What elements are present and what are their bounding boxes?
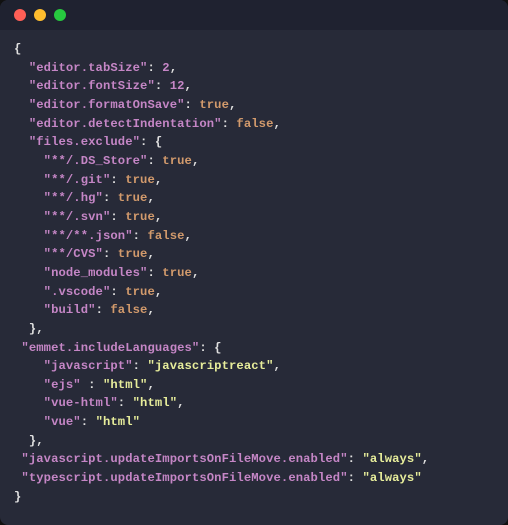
window-minimize-icon[interactable] bbox=[34, 9, 46, 21]
json-code-block: { "editor.tabSize": 2, "editor.fontSize"… bbox=[0, 30, 508, 520]
code-window: { "editor.tabSize": 2, "editor.fontSize"… bbox=[0, 0, 508, 525]
window-zoom-icon[interactable] bbox=[54, 9, 66, 21]
window-close-icon[interactable] bbox=[14, 9, 26, 21]
window-titlebar bbox=[0, 0, 508, 30]
